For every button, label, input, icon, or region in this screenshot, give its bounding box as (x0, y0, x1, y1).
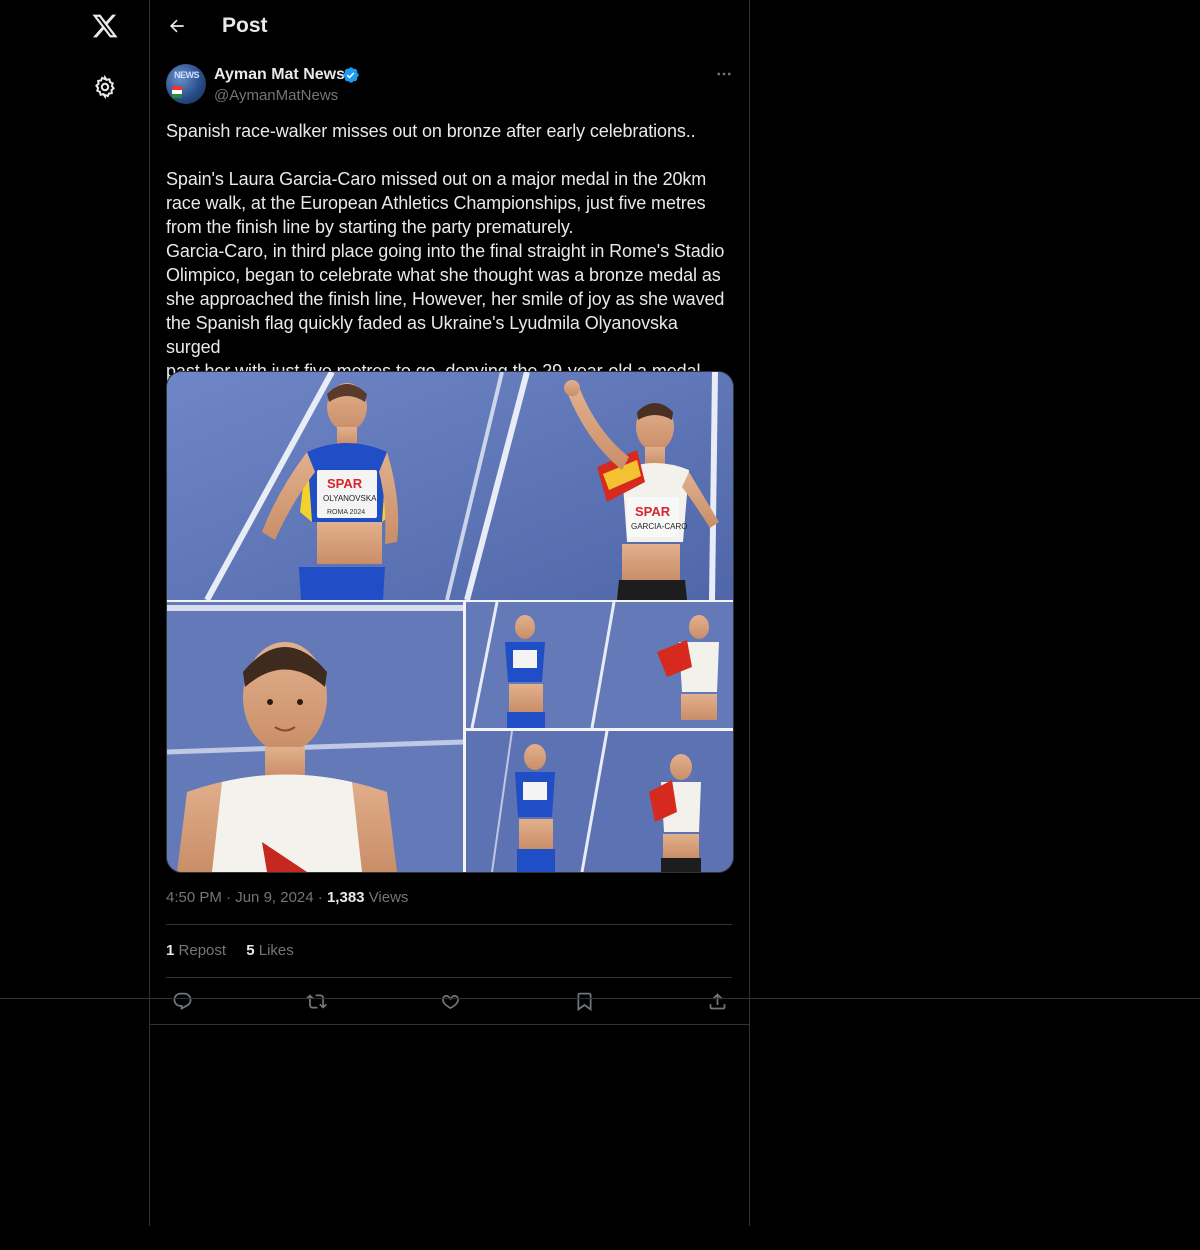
author-handle[interactable]: @AymanMatNews (214, 87, 338, 104)
likes-label: Likes (258, 942, 294, 959)
reposts-link[interactable]: 1 Repost (166, 942, 226, 959)
bib-sponsor-text: SPAR (635, 504, 671, 519)
gear-icon[interactable] (91, 73, 119, 101)
page: Post NEWS Ayman Mat News @AymanMatNews S… (0, 0, 1200, 1250)
post-time[interactable]: 4:50 PM (166, 889, 222, 906)
bookmark-button[interactable] (571, 988, 597, 1014)
author-name[interactable]: Ayman Mat News (214, 66, 345, 84)
post-text: Spanish race-walker misses out on bronze… (166, 121, 725, 381)
bib-sponsor-text: SPAR (327, 476, 363, 491)
verified-badge-icon (342, 66, 360, 84)
like-button[interactable] (437, 988, 463, 1014)
avatar-flag (172, 86, 182, 98)
page-divider-line (0, 998, 1200, 999)
reposts-count: 1 (166, 942, 175, 959)
reply-icon (173, 992, 191, 1010)
avatar[interactable]: NEWS (166, 64, 206, 104)
column-divider (150, 1024, 749, 1025)
more-button[interactable] (714, 64, 734, 84)
reposts-label: Repost (178, 942, 227, 959)
bib-name-ukraine: OLYANOVSKA (323, 494, 377, 503)
share-button[interactable] (704, 988, 730, 1014)
likes-count: 5 (246, 942, 255, 959)
ellipsis-icon (717, 72, 731, 76)
post-header: Post (150, 0, 749, 53)
collage-divider (167, 600, 733, 602)
post-meta: 4:50 PM · Jun 9, 2024 · 1,383 Views (166, 889, 408, 906)
action-bar (166, 988, 732, 1014)
x-logo-icon[interactable] (89, 10, 121, 42)
post-media-image[interactable]: SPAR OLYANOVSKA ROMA 2024 SPAR GARCIA-CA… (166, 371, 734, 873)
divider (166, 977, 732, 978)
bib-name-spain: GARCIA-CARO (631, 522, 687, 531)
views-label: Views (368, 889, 409, 906)
post-column: Post NEWS Ayman Mat News @AymanMatNews S… (149, 0, 750, 1226)
heart-icon (441, 994, 459, 1009)
views-count: 1,383 (326, 889, 365, 906)
author-block: NEWS Ayman Mat News @AymanMatNews (166, 64, 733, 108)
back-button[interactable] (164, 13, 190, 39)
page-title: Post (222, 14, 268, 37)
bib-event-mark: ROMA 2024 (327, 509, 365, 516)
left-nav (0, 0, 149, 1250)
arrow-left-icon (169, 19, 184, 33)
meta-separator: · (317, 889, 327, 906)
bookmark-icon (577, 992, 591, 1011)
reply-button[interactable] (169, 988, 195, 1014)
lane-line (709, 372, 718, 601)
divider (166, 924, 732, 925)
avatar-mark: NEWS (174, 70, 200, 80)
meta-separator: · (226, 889, 236, 906)
repost-icon (305, 993, 327, 1009)
share-icon (709, 992, 725, 1009)
repost-button[interactable] (303, 988, 329, 1014)
likes-link[interactable]: 5 Likes (246, 942, 294, 959)
collage-divider (466, 728, 733, 731)
post-date[interactable]: Jun 9, 2024 (235, 889, 313, 906)
post-stats: 1 Repost 5 Likes (166, 942, 310, 959)
collage-divider (463, 602, 466, 872)
